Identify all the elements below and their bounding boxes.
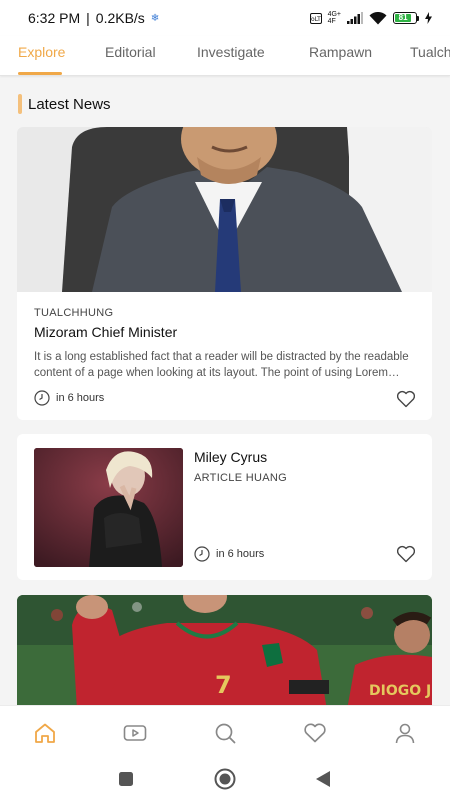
section-accent-bar [18,94,22,114]
home-icon[interactable] [33,722,57,744]
news-card[interactable]: Miley Cyrus ARTICLE HUANG in 6 hours [17,434,432,580]
jersey-name: DIOGO J [369,683,431,699]
back-button-icon[interactable] [315,770,331,788]
jersey-number: 7 [215,671,232,699]
tab-rampawn[interactable]: Rampawn [309,44,372,60]
network-type: 4G+ 4F [327,11,341,25]
tab-explore[interactable]: Explore [18,44,65,60]
article-category: ARTICLE HUANG [194,472,287,484]
favorite-heart-icon[interactable] [396,545,416,563]
news-card-featured[interactable]: TUALCHHUNG Mizoram Chief Minister It is … [17,127,432,420]
snowflake-icon: ❄ [150,12,160,24]
system-navigation-bar [0,757,450,800]
article-image-football: 7 DIOGO J [17,595,432,710]
article-image-miley-cyrus [34,448,183,567]
favorite-heart-icon[interactable] [396,390,416,408]
article-image-chief-minister [17,127,432,292]
status-separator: | [86,10,90,26]
recent-apps-icon[interactable] [118,771,134,787]
article-excerpt: It is a long established fact that a rea… [34,351,409,379]
signal-icon [347,12,363,24]
status-right: VoLTE 4G+ 4F 81 [309,11,432,25]
category-tabs: Explore Editorial Investigate Rampawn Tu… [0,36,450,76]
heart-icon[interactable] [303,722,327,744]
video-icon[interactable] [123,722,147,744]
battery-level: 81 [395,14,412,22]
network-speed: 0.2KB/s [95,10,145,26]
clock-icon [34,390,50,406]
article-time: in 6 hours [56,392,105,404]
status-bar: 6:32 PM | 0.2KB/s ❄ VoLTE 4G+ 4F 81 [0,0,450,36]
battery-icon: 81 [393,12,419,24]
tab-investigate[interactable]: Investigate [197,44,265,60]
section-header: Latest News [18,94,111,114]
profile-icon[interactable] [393,722,417,744]
tab-tualch[interactable]: Tualch [410,44,450,60]
article-meta: in 6 hours [34,390,104,406]
status-time: 6:32 PM [28,10,81,26]
article-title[interactable]: Miley Cyrus [194,449,267,465]
status-left: 6:32 PM | 0.2KB/s ❄ [28,10,159,26]
article-category: TUALCHHUNG [34,307,114,319]
svg-text:VoLTE: VoLTE [310,16,322,23]
article-title[interactable]: Mizoram Chief Minister [34,324,177,340]
clock-icon [194,546,210,562]
article-meta: in 6 hours [194,546,264,562]
search-icon[interactable] [213,722,237,744]
active-tab-indicator [18,72,62,75]
bottom-navigation [0,705,450,757]
vo-lte-icon: VoLTE [309,12,322,24]
news-card-featured[interactable]: 7 DIOGO J [17,595,432,710]
section-title: Latest News [28,95,111,113]
wifi-icon [369,11,387,25]
article-time: in 6 hours [216,548,265,560]
tab-editorial[interactable]: Editorial [105,44,156,60]
home-button-icon[interactable] [213,768,237,790]
charging-icon [425,12,432,24]
